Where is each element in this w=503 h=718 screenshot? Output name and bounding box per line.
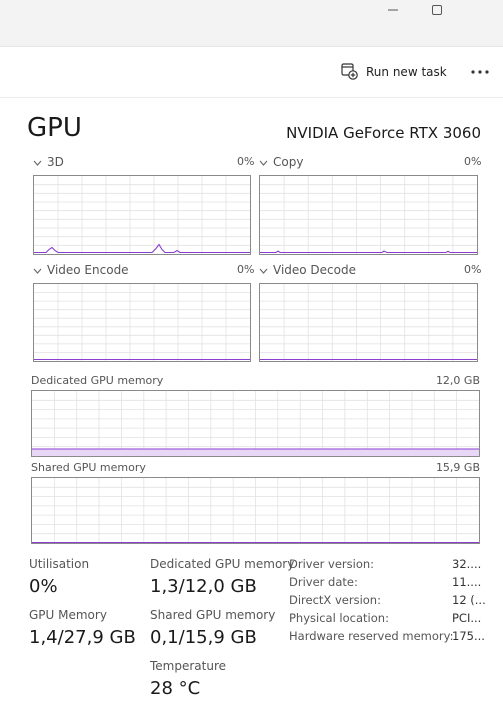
driver-version-label: Driver version: [289,557,375,571]
dedicated-memory-stat-label: Dedicated GPU memory [150,557,295,571]
chevron-down-icon [259,154,268,170]
dedicated-memory-usage-fill [32,449,479,456]
dedicated-memory-graph-label: Dedicated GPU memory [31,374,164,387]
maximize-icon[interactable] [414,0,460,20]
gpu-memory-label: GPU Memory [29,608,107,622]
physical-location-value: PCI... [452,611,482,625]
engine-video-decode-selector[interactable]: Video Decode [259,262,356,278]
engine-video-decode-graph [259,283,478,362]
minimize-icon[interactable] [370,0,416,20]
engine-label: 3D [47,155,64,169]
engine-percent: 0% [237,155,255,168]
shared-memory-graph [31,477,480,544]
hardware-reserved-memory-value: 175... [452,629,485,643]
driver-date-value: 11.... [452,575,482,589]
engine-copy-graph [259,175,478,255]
run-new-task-label: Run new task [366,65,447,79]
chevron-down-icon [33,262,42,278]
shared-memory-total: 15,9 GB [435,461,480,474]
gpu-name: NVIDIA GeForce RTX 3060 [286,124,481,142]
temperature-value: 28 °C [150,678,201,699]
directx-version-label: DirectX version: [289,593,381,607]
gpu-memory-value: 1,4/27,9 GB [29,627,136,648]
hardware-reserved-memory-label: Hardware reserved memory: [289,629,454,643]
dedicated-memory-graph [31,390,480,457]
title-bar [0,0,503,47]
dedicated-memory-total: 12,0 GB [435,374,480,387]
page-title: GPU [27,113,82,143]
run-new-task-button[interactable]: Run new task [340,61,447,83]
chevron-down-icon [33,154,42,170]
temperature-label: Temperature [150,659,227,673]
driver-version-value: 32.... [452,557,482,571]
engine-video-encode-selector[interactable]: Video Encode [33,262,129,278]
physical-location-label: Physical location: [289,611,389,625]
engine-label: Video Decode [273,263,356,277]
engine-percent: 0% [464,263,482,276]
engine-copy-selector[interactable]: Copy [259,154,303,170]
ellipsis-icon[interactable] [466,63,494,81]
driver-date-label: Driver date: [289,575,358,589]
run-task-icon [340,62,358,83]
directx-version-value: 12 (... [452,593,486,607]
chevron-down-icon [259,262,268,278]
shared-memory-stat-value: 0,1/15,9 GB [150,627,257,648]
dedicated-memory-stat-value: 1,3/12,0 GB [150,576,257,597]
engine-percent: 0% [237,263,255,276]
utilisation-label: Utilisation [29,557,90,571]
engine-percent: 0% [464,155,482,168]
engine-label: Video Encode [47,263,129,277]
engine-label: Copy [273,155,304,169]
shared-memory-graph-label: Shared GPU memory [31,461,146,474]
engine-3d-graph [33,175,251,255]
toolbar: Run new task [0,47,503,98]
utilisation-trace-copy [260,250,477,254]
shared-memory-stat-label: Shared GPU memory [150,608,276,622]
utilisation-value: 0% [29,576,58,597]
engine-video-encode-graph [33,283,251,362]
engine-3d-selector[interactable]: 3D [33,154,64,170]
